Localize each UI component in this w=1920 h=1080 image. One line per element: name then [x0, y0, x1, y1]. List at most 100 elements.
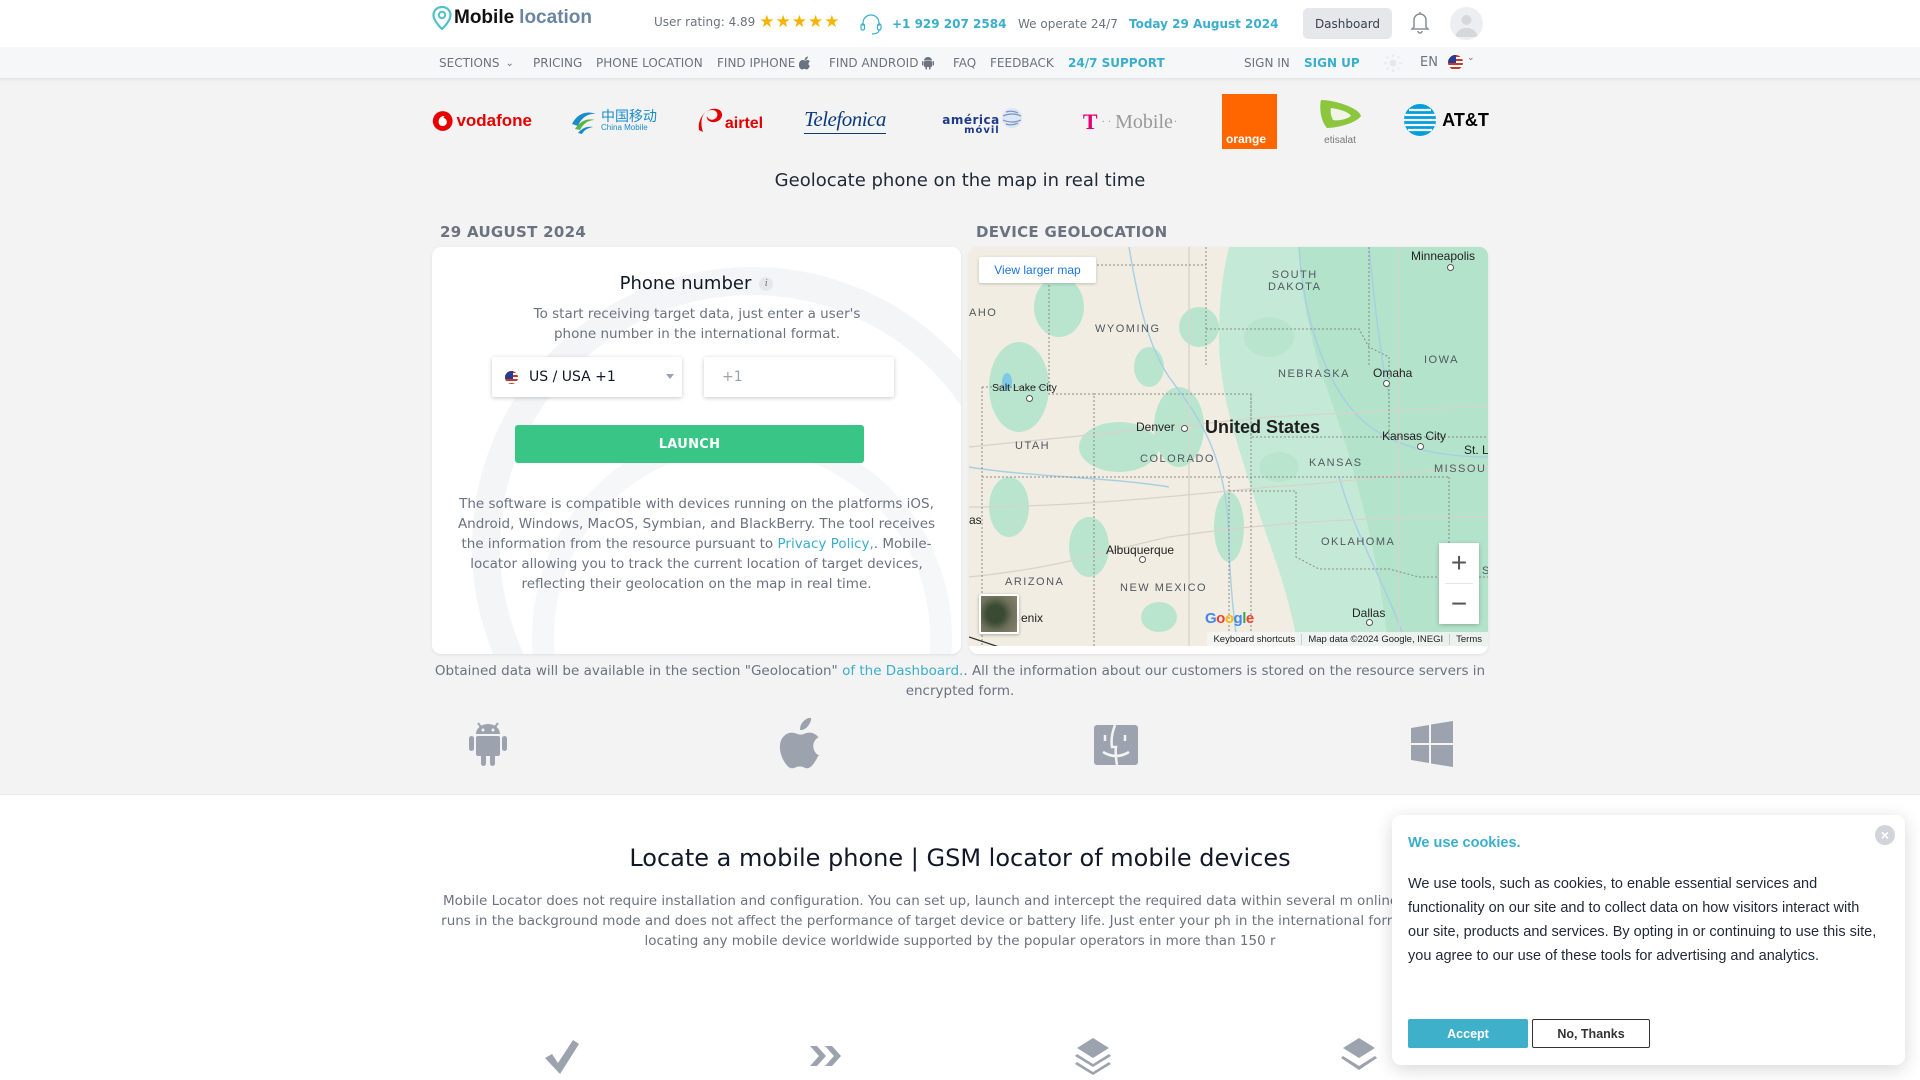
view-larger-map-link[interactable]: View larger map: [979, 257, 1096, 283]
map-label-state: OKLAHOMA: [1321, 536, 1396, 548]
cookie-title: We use cookies.: [1408, 835, 1521, 851]
map-label-state: NEBRASKA: [1278, 368, 1350, 380]
nav-phone-location[interactable]: PHONE LOCATION: [596, 56, 703, 70]
map-data-attribution: Map data ©2024 Google, INEGI: [1301, 633, 1449, 645]
map-label-state: AHO: [969, 307, 998, 319]
geolocation-section-title: DEVICE GEOLOCATION: [976, 223, 1168, 241]
att-text: AT&T: [1442, 109, 1489, 130]
dashboard-link[interactable]: of the Dashboard.: [842, 663, 963, 679]
layers-icon: [1075, 1038, 1111, 1075]
airtel-mark-icon: [698, 108, 722, 132]
nav-pricing[interactable]: PRICING: [533, 56, 582, 70]
map-label-city: Denver: [1136, 420, 1175, 434]
phone-number-link[interactable]: +1 929 207 2584: [892, 17, 1006, 31]
accept-cookies-button[interactable]: Accept: [1408, 1019, 1528, 1048]
apple-icon: [799, 56, 811, 70]
theme-toggle-sun-icon[interactable]: [1383, 53, 1403, 73]
city-marker: [1139, 556, 1146, 563]
nav-feedback[interactable]: FEEDBACK: [990, 56, 1054, 70]
etisalat-mark-icon: [1320, 100, 1361, 128]
date-section-title: 29 AUGUST 2024: [440, 223, 587, 241]
nav-faq[interactable]: FAQ: [953, 56, 976, 70]
dashboard-button[interactable]: Dashboard: [1303, 8, 1392, 39]
logo-airtel: airtel: [693, 103, 765, 137]
rating-label: User rating: 4.89: [654, 15, 756, 29]
country-code-value: US / USA +1: [529, 369, 616, 385]
map-label-city: Albuquerque: [1106, 543, 1175, 557]
double-chevron-icon: [810, 1046, 841, 1066]
china-mobile-cn-text: 中国移动: [601, 109, 657, 125]
city-marker: [1383, 380, 1390, 387]
nav-find-iphone[interactable]: FIND IPHONE: [717, 56, 811, 70]
star-icon: ★: [791, 12, 808, 32]
today-date: Today 29 August 2024: [1129, 17, 1279, 31]
windows-icon: [1411, 721, 1453, 767]
map-label-state: UTAH: [1015, 440, 1051, 452]
etisalat-text: etisalat: [1324, 135, 1356, 146]
t-mobile-text: Mobile: [1115, 110, 1173, 133]
chevron-down-icon: ⌄: [505, 57, 514, 69]
sign-in-link[interactable]: SIGN IN: [1244, 56, 1290, 70]
map-bottom-strip: [969, 646, 1488, 654]
notification-bell-icon[interactable]: [1409, 10, 1431, 34]
map-label-country: United States: [1205, 417, 1321, 437]
map-label-city: as: [969, 513, 982, 527]
obtained-text-part2: . All the information about our customer…: [905, 663, 1486, 699]
country-code-select[interactable]: US / USA +1: [492, 357, 682, 397]
airtel-text: airtel: [724, 115, 764, 132]
phone-number-input[interactable]: [704, 357, 894, 397]
logo-att: AT&T: [1402, 102, 1490, 138]
language-selector[interactable]: EN ⌄: [1420, 52, 1475, 70]
zoom-out-button[interactable]: −: [1439, 584, 1479, 624]
map-label-state: IOWA: [1424, 354, 1459, 366]
support-phone[interactable]: +1 929 207 2584: [858, 13, 1006, 35]
orange-text: orange: [1226, 132, 1267, 146]
city-marker: [1417, 443, 1424, 450]
geolocation-map[interactable]: View larger map United States SOUTH DAKOT…: [969, 247, 1488, 654]
obtained-data-text: Obtained data will be available in the s…: [420, 661, 1500, 701]
star-icon: ★: [775, 12, 791, 32]
logo-vodafone: vodafone: [432, 106, 532, 136]
finder-icon: [1094, 724, 1138, 766]
info-icon[interactable]: i: [759, 277, 774, 291]
zoom-in-button[interactable]: +: [1439, 543, 1479, 583]
sign-up-link[interactable]: SIGN UP: [1304, 56, 1360, 70]
logo-america-movil: américa móvil: [925, 106, 1040, 144]
globe-icon: [1001, 108, 1022, 128]
map-label-city: Minneapolis: [1411, 249, 1476, 263]
phone-search-card: Phone number i To start receiving target …: [432, 247, 961, 654]
check-icon: [545, 1040, 579, 1074]
map-pin-icon: [432, 6, 452, 30]
city-marker: [1366, 619, 1373, 626]
city-marker: [1026, 395, 1033, 402]
city-marker: [1447, 264, 1454, 271]
map-footer: Keyboard shortcuts Map data ©2024 Google…: [1207, 632, 1488, 646]
map-label-state: COLORADO: [1140, 453, 1215, 465]
compatibility-text: The software is compatible with devices …: [454, 494, 939, 594]
star-icon: ★: [824, 12, 840, 32]
map-label-city: Kansas City: [1382, 429, 1447, 443]
decline-cookies-button[interactable]: No, Thanks: [1532, 1019, 1650, 1048]
page-headline: Geolocate phone on the map in real time: [774, 170, 1146, 191]
privacy-policy-link[interactable]: Privacy Policy,: [777, 536, 873, 552]
keyboard-shortcuts-link[interactable]: Keyboard shortcuts: [1207, 634, 1301, 645]
logo-telefonica: Telefonica: [800, 104, 890, 136]
vodafone-text: vodafone: [456, 111, 532, 130]
satellite-view-toggle[interactable]: [979, 594, 1019, 634]
nav-support[interactable]: 24/7 SUPPORT: [1068, 56, 1165, 70]
user-avatar[interactable]: [1450, 7, 1483, 40]
site-logo[interactable]: Mobile location: [432, 6, 592, 30]
close-icon[interactable]: ×: [1875, 825, 1895, 845]
map-label-state: SOUTH DAKOTA: [1268, 269, 1322, 293]
nav-sections[interactable]: SECTIONS ⌄: [439, 56, 514, 70]
us-flag-icon: [505, 370, 518, 384]
nav-find-android[interactable]: FIND ANDROID: [829, 56, 935, 70]
avatar-person-icon: [1455, 15, 1478, 37]
terms-link[interactable]: Terms: [1449, 633, 1488, 645]
vodafone-mark-icon: [432, 111, 453, 131]
user-rating: User rating: 4.89 ★ ★ ★ ★ ★: [654, 12, 841, 32]
movil-text: móvil: [964, 125, 1000, 136]
launch-button[interactable]: LAUNCH: [515, 425, 864, 463]
rating-stars: ★ ★ ★ ★ ★: [759, 12, 840, 32]
chevron-down-icon: ⌄: [1466, 52, 1475, 63]
